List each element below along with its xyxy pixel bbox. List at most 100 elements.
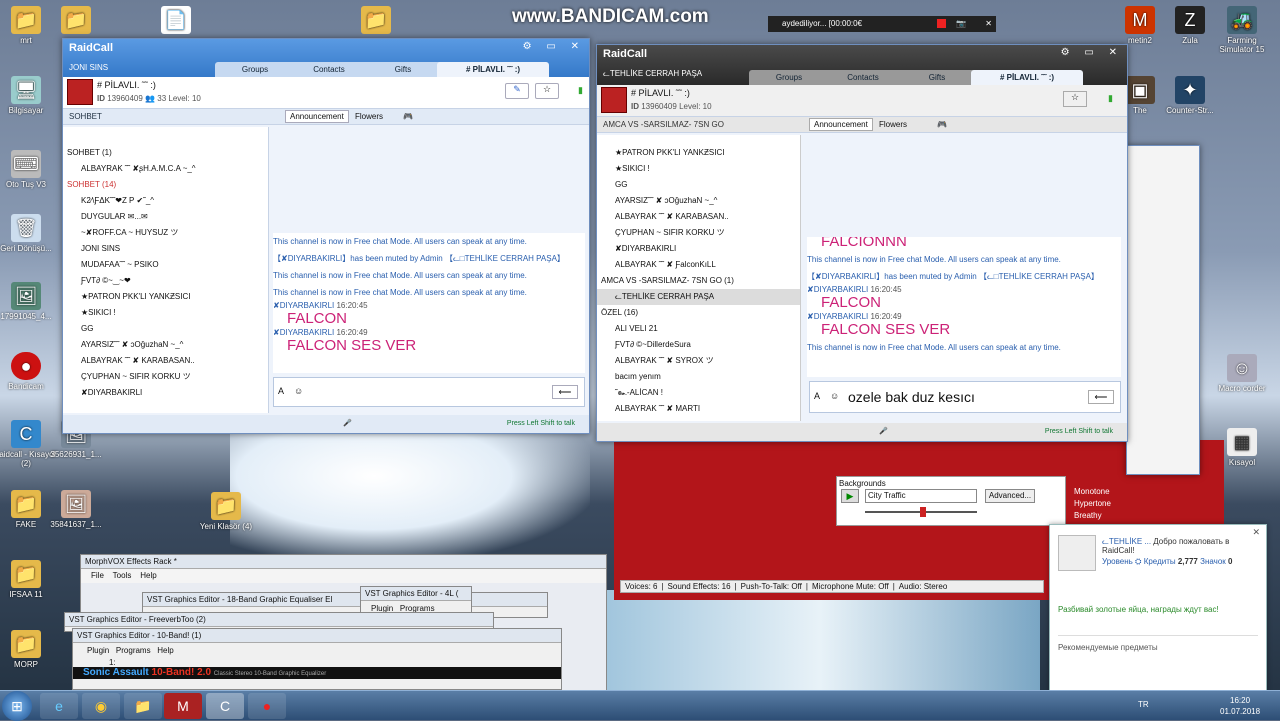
stop-icon[interactable] [937, 19, 946, 28]
tab-channel[interactable]: # PİLAVLI. ˜˜ :) [437, 62, 549, 77]
section-label[interactable]: SOHBET [63, 112, 102, 121]
desktop-icon-morp[interactable]: 📁 MORP [0, 630, 56, 669]
tab-contacts[interactable]: Contacts [289, 62, 369, 77]
list-item[interactable]: GG [63, 321, 268, 337]
desktop-icon-yeni-klasor[interactable]: 📁 Yeni Klasör (4) [196, 492, 256, 531]
favorite-button[interactable]: ☆ [1063, 91, 1087, 107]
list-item[interactable]: bacım yenım [597, 369, 800, 385]
desktop-icon-macro[interactable]: ☺ Macro corder [1212, 354, 1272, 393]
list-item[interactable]: ~✘ROFF.CA ~ HUYSUZ ツ [63, 225, 268, 241]
list-item[interactable]: JONI SINS [63, 241, 268, 257]
taskbar-chrome[interactable]: ◉ [82, 693, 120, 719]
slider-thumb[interactable] [920, 507, 926, 517]
tab-groups[interactable]: Groups [749, 70, 829, 85]
emoji-icon[interactable]: ☺ [830, 391, 839, 401]
flowers-button[interactable]: Flowers [355, 109, 383, 125]
list-item[interactable]: ★SIKICI ! [597, 161, 800, 177]
list-item[interactable]: GG [597, 177, 800, 193]
tab-groups[interactable]: Groups [215, 62, 295, 77]
list-item[interactable]: ˜๛-ALİCAN ! [597, 385, 800, 401]
desktop-icon-folder-top-2[interactable]: 📁 [346, 6, 406, 36]
desktop-icon-farming-simulator[interactable]: 🚜 Farming Simulator 15 [1212, 6, 1272, 54]
list-item-group[interactable]: ÖZEL (16) [597, 305, 800, 321]
preset-label[interactable]: 1: [73, 658, 561, 667]
list-item[interactable]: ÇYUPHAN ~ SIFIR KORKU ツ [597, 225, 800, 241]
list-item[interactable]: ÇYUPHAN ~ SIFIR KORKU ツ [63, 369, 268, 385]
list-item[interactable]: ALBAYRAK ˜˜ ✘ʂH.A.M.C.A ~_^ [63, 161, 268, 177]
list-item[interactable]: ★PATRON PKK'LI YANKƵSICI [63, 289, 268, 305]
list-item[interactable]: K2∕\ƑΔK˜˜❤Z P ✔˜_^ [63, 193, 268, 209]
list-item-group[interactable]: SOHBET (14) [63, 177, 268, 193]
language-indicator[interactable]: TR [1138, 700, 1149, 709]
menu-file[interactable]: File [91, 571, 104, 580]
font-icon[interactable]: A [278, 386, 284, 396]
mic-icon[interactable]: 🎤 [879, 423, 888, 441]
desktop-icon-file-top[interactable]: 📄 [146, 6, 206, 36]
tab-contacts[interactable]: Contacts [823, 70, 903, 85]
taskbar-raidcall[interactable]: C [206, 693, 244, 719]
desktop-icon-zula[interactable]: Z Zula [1160, 6, 1220, 45]
list-item[interactable]: AYARSIZ˜˜ ✘ ɔOğuzhaN ~_^ [597, 193, 800, 209]
list-item[interactable]: ALBAYRAK ˜˜ ✘ MARTI [597, 401, 800, 417]
channel-settings-button[interactable]: ✎ [505, 83, 529, 99]
start-button[interactable]: ⊞ [2, 691, 32, 721]
desktop-icon-counter-strike[interactable]: ✦ Counter-Str... [1160, 76, 1220, 115]
emoji-icon[interactable]: ☺ [294, 386, 303, 396]
desktop-icon-ifsaa[interactable]: 📁 IFSAA 11 [0, 560, 56, 599]
window-controls[interactable]: ⚙ ▭ ✕ [1061, 47, 1123, 58]
list-item[interactable]: ALBAYRAK ˜˜ ✘ ƑalconKıLL [597, 257, 800, 273]
list-item[interactable]: ✘DIYARBAKIRLI [63, 385, 268, 401]
ptt-label[interactable]: Press Left Shift to talk [507, 415, 575, 433]
list-item[interactable]: ALBAYRAK ˜˜ ✘ SYROX ツ [597, 353, 800, 369]
font-icon[interactable]: A [814, 391, 820, 401]
close-icon[interactable]: ✕ [985, 16, 992, 32]
volume-slider[interactable] [865, 507, 977, 517]
list-item[interactable]: ALBAYRAK ˜˜ ✘ KARABASAN.. [597, 209, 800, 225]
list-item-selected[interactable]: ᓚTEHLİKE CERRAH PAŞA [597, 289, 800, 305]
list-item[interactable]: ƑVT∂ ©~DillerdeSura [597, 337, 800, 353]
announcement-button[interactable]: Announcement [285, 110, 349, 123]
desktop-icon-oto-tus[interactable]: ⌨ Oto Tuş V3 [0, 150, 56, 189]
taskbar-bandicam[interactable]: ● [248, 693, 286, 719]
list-item[interactable]: AYARSIZ˜˜ ✘ ɔOğuzhaN ~_^ [63, 337, 268, 353]
camera-icon[interactable]: 📷 [956, 16, 966, 32]
taskbar-explorer[interactable]: 📁 [124, 693, 162, 719]
window-controls[interactable]: ⚙ ▭ ✕ [523, 41, 585, 52]
desktop-icon-image-3[interactable]: 🖼 35841637_1... [46, 490, 106, 529]
section-label[interactable]: AMCA VS -SARSILMAZ- 7SN GO [597, 120, 724, 129]
advanced-button[interactable]: Advanced... [985, 489, 1035, 503]
desktop-icon-bandicam[interactable]: ● Bandicam [0, 352, 56, 391]
desktop-icon-computer[interactable]: 🖥 Bilgisayar [0, 76, 56, 115]
list-item[interactable]: MUDAFAA˜˜ ~ PSIKO [63, 257, 268, 273]
tab-gifts[interactable]: Gifts [897, 70, 977, 85]
desktop-icon-folder-top[interactable]: 📁 [46, 6, 106, 36]
bandicam-recording-bar[interactable]: aydediliyor... [00:00:0€ 📷 ✕ [768, 16, 996, 32]
desktop-icon-recycle-bin[interactable]: 🗑 Geri Dönüşü... [0, 214, 56, 253]
background-select[interactable]: City Traffic [865, 489, 977, 503]
list-item[interactable]: DUYGULAR ✉...✉ [63, 209, 268, 225]
tab-channel[interactable]: # PİLAVLI. ˜˜ :) [971, 70, 1083, 85]
popup-promo[interactable]: Разбивай золотые яйца, награды ждут вас! [1058, 605, 1219, 614]
flowers-button[interactable]: Flowers [879, 117, 907, 133]
taskbar-ie[interactable]: e [40, 693, 78, 719]
clock[interactable]: 16:20 01.07.2018 [1220, 695, 1260, 717]
announcement-button[interactable]: Announcement [809, 118, 873, 131]
mic-icon[interactable]: 🎤 [343, 415, 352, 433]
send-button[interactable]: ⟵ [1088, 390, 1114, 404]
menu-tools[interactable]: Tools [113, 571, 132, 580]
menu-help[interactable]: Help [140, 571, 156, 580]
desktop-icon-image-1[interactable]: 🖼 17991045_4... [0, 282, 56, 321]
list-item[interactable]: ALI VELI 21 [597, 321, 800, 337]
taskbar-morphvox[interactable]: M [164, 693, 202, 719]
list-item[interactable]: ★SIKICI ! [63, 305, 268, 321]
gamepad-icon[interactable]: 🎮 [403, 109, 413, 125]
list-item[interactable]: ★PATRON PKK'LI YANKƵSICI [597, 145, 800, 161]
play-button[interactable]: ▶ [841, 489, 859, 503]
gamepad-icon[interactable]: 🎮 [937, 117, 947, 133]
chat-input[interactable]: A ☺ ⟵ [273, 377, 585, 407]
list-item-group[interactable]: AMCA VS -SARSILMAZ- 7SN GO (1) [597, 273, 800, 289]
list-item-group[interactable]: SOHBET (1) [63, 145, 268, 161]
list-item[interactable]: ✘DIYARBAKIRLI [597, 241, 800, 257]
chat-input[interactable]: A ☺ ozele bak duz kesıcı ⟵ [809, 381, 1121, 413]
ptt-label[interactable]: Press Left Shift to talk [1045, 423, 1113, 441]
